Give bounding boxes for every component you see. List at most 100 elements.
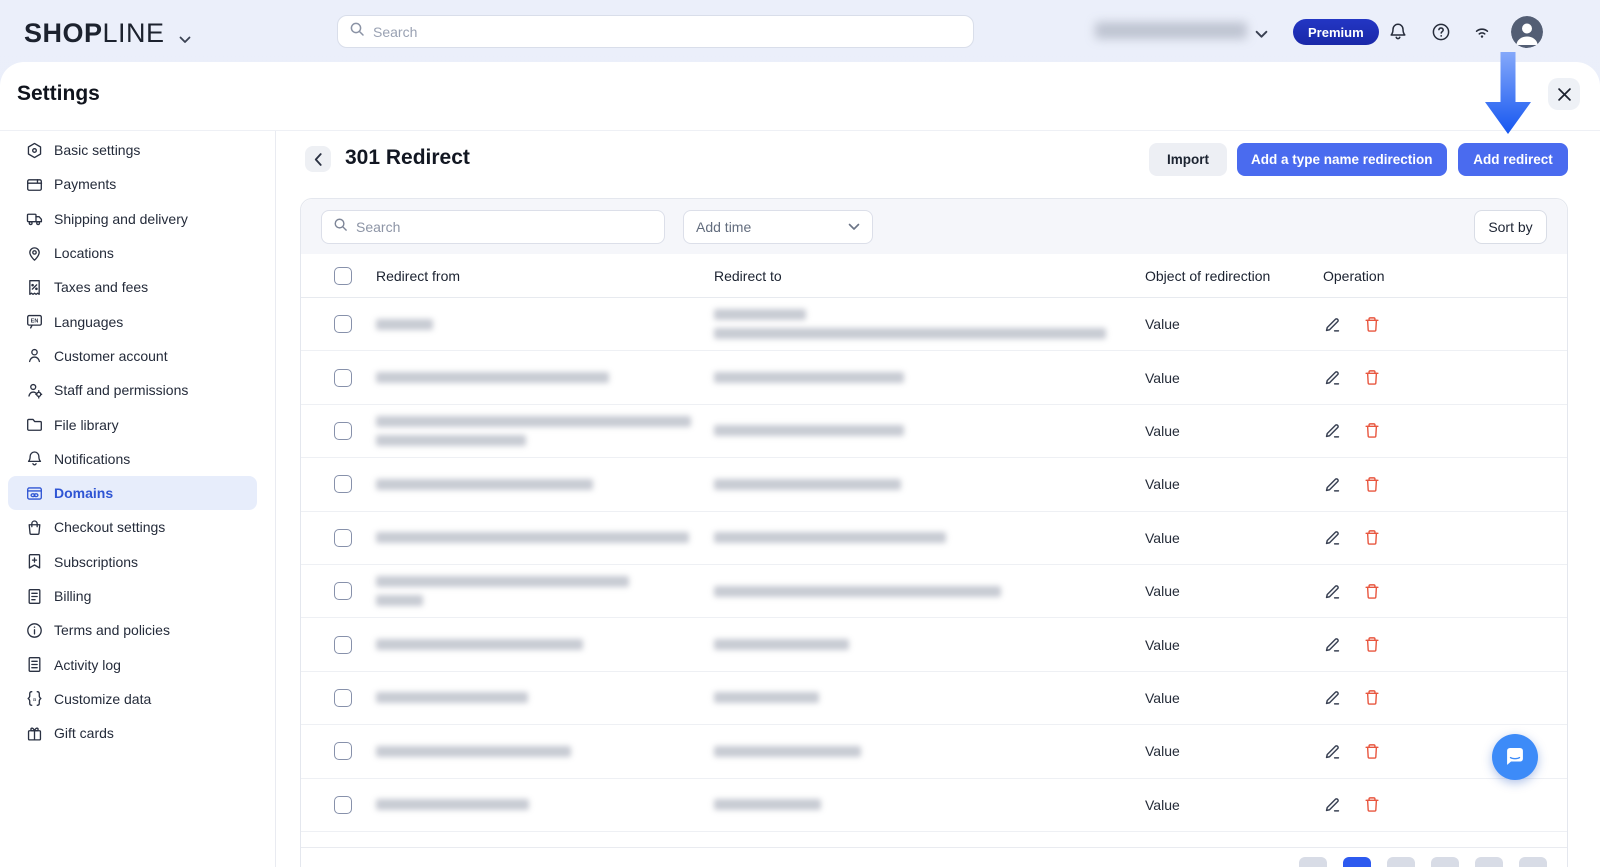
row-checkbox[interactable]: [334, 528, 352, 547]
sidebar-item-customize-data[interactable]: a Customize data: [8, 682, 257, 716]
edit-icon[interactable]: [1323, 315, 1342, 334]
sidebar-item-locations[interactable]: Locations: [8, 236, 257, 270]
wifi-icon[interactable]: [1472, 22, 1492, 42]
delete-trash-icon[interactable]: [1363, 475, 1382, 494]
redacted-text: [714, 799, 821, 811]
row-checkbox[interactable]: [334, 635, 352, 654]
page-button[interactable]: [1519, 857, 1547, 867]
edit-icon[interactable]: [1323, 528, 1342, 547]
table-row: Value: [301, 672, 1567, 726]
redacted-text: [376, 415, 691, 427]
sidebar-item-label: Gift cards: [54, 725, 114, 742]
add-redirect-button[interactable]: Add redirect: [1458, 143, 1568, 176]
edit-icon[interactable]: [1323, 795, 1342, 814]
add-type-name-redirection-button[interactable]: Add a type name redirection: [1237, 143, 1447, 176]
select-all-checkbox[interactable]: [334, 266, 352, 285]
billing-doc-icon: [26, 588, 43, 605]
gift-icon: [26, 725, 43, 742]
sidebar-item-languages[interactable]: EN Languages: [8, 304, 257, 338]
notifications-bell-icon[interactable]: [1388, 22, 1408, 42]
sidebar-item-label: Payments: [54, 176, 117, 193]
help-icon[interactable]: [1431, 22, 1451, 42]
table-toolbar: Add time Sort by: [301, 199, 1567, 254]
sidebar-item-gift-cards[interactable]: Gift cards: [8, 716, 257, 750]
store-name-redacted[interactable]: [1095, 22, 1247, 39]
row-checkbox[interactable]: [334, 475, 352, 494]
sidebar-item-domains[interactable]: Domains: [8, 475, 257, 511]
edit-icon[interactable]: [1323, 742, 1342, 761]
table-search: [321, 209, 665, 244]
sidebar-item-checkout-settings[interactable]: Checkout settings: [8, 510, 257, 544]
sidebar-item-terms-and-policies[interactable]: Terms and policies: [8, 613, 257, 647]
sidebar-item-payments[interactable]: Payments: [8, 167, 257, 201]
sidebar-item-notifications[interactable]: Notifications: [8, 442, 257, 476]
sidebar-item-subscriptions[interactable]: Subscriptions: [8, 545, 257, 579]
delete-trash-icon[interactable]: [1363, 528, 1382, 547]
sidebar-item-billing[interactable]: Billing: [8, 579, 257, 613]
table-row: Value: [301, 298, 1567, 352]
page-button[interactable]: [1387, 857, 1415, 867]
page-title: 301 Redirect: [345, 146, 470, 169]
edit-icon[interactable]: [1323, 368, 1342, 387]
sidebar-item-staff-and-permissions[interactable]: Staff and permissions: [8, 373, 257, 407]
avatar[interactable]: [1511, 16, 1543, 48]
settings-sidebar: Basic settings Payments Shipping and deliv…: [0, 131, 276, 867]
global-search-input[interactable]: [373, 23, 962, 40]
sidebar-item-shipping-and-delivery[interactable]: Shipping and delivery: [8, 202, 257, 236]
shopline-logo[interactable]: SHOP LINE: [24, 16, 191, 51]
redacted-text: [714, 425, 904, 437]
delete-trash-icon[interactable]: [1363, 742, 1382, 761]
row-checkbox[interactable]: [334, 688, 352, 707]
row-checkbox[interactable]: [334, 315, 352, 334]
sidebar-item-label: Customer account: [54, 347, 168, 364]
page-button[interactable]: [1431, 857, 1459, 867]
sidebar-item-file-library[interactable]: File library: [8, 407, 257, 441]
edit-icon[interactable]: [1323, 688, 1342, 707]
import-button[interactable]: Import: [1149, 143, 1227, 176]
sidebar-item-taxes-and-fees[interactable]: Taxes and fees: [8, 270, 257, 304]
store-chevron-down-icon[interactable]: [1255, 26, 1268, 44]
sidebar-item-activity-log[interactable]: Activity log: [8, 647, 257, 681]
sidebar-item-label: Locations: [54, 245, 114, 262]
row-checkbox[interactable]: [334, 795, 352, 814]
close-settings-button[interactable]: [1548, 78, 1580, 110]
edit-icon[interactable]: [1323, 475, 1342, 494]
redacted-text: [376, 576, 629, 588]
delete-trash-icon[interactable]: [1363, 688, 1382, 707]
page-button[interactable]: [1299, 857, 1327, 867]
row-checkbox[interactable]: [334, 742, 352, 761]
hexagon-settings-icon: [26, 142, 43, 159]
object-of-redirection-value: Value: [1145, 689, 1180, 706]
delete-trash-icon[interactable]: [1363, 635, 1382, 654]
row-checkbox[interactable]: [334, 421, 352, 440]
edit-icon[interactable]: [1323, 635, 1342, 654]
add-time-filter[interactable]: Add time: [683, 209, 873, 244]
page-button[interactable]: [1475, 857, 1503, 867]
edit-icon[interactable]: [1323, 582, 1342, 601]
braces-icon: a: [26, 690, 43, 707]
delete-trash-icon[interactable]: [1363, 795, 1382, 814]
redacted-text: [714, 328, 1106, 340]
delete-trash-icon[interactable]: [1363, 315, 1382, 334]
back-button[interactable]: [305, 146, 331, 172]
redacted-text: [376, 692, 528, 704]
wallet-icon: [26, 176, 43, 193]
row-checkbox[interactable]: [334, 368, 352, 387]
page-button[interactable]: [1343, 857, 1371, 867]
delete-trash-icon[interactable]: [1363, 368, 1382, 387]
delete-trash-icon[interactable]: [1363, 582, 1382, 601]
redacted-text: [714, 692, 819, 704]
premium-badge[interactable]: Premium: [1293, 19, 1379, 45]
sidebar-item-customer-account[interactable]: Customer account: [8, 339, 257, 373]
sidebar-item-basic-settings[interactable]: Basic settings: [8, 133, 257, 167]
sidebar-item-label: Activity log: [54, 656, 121, 673]
sort-by-button[interactable]: Sort by: [1474, 209, 1547, 244]
add-time-label: Add time: [696, 218, 752, 235]
table-search-input[interactable]: [356, 218, 653, 235]
row-checkbox[interactable]: [334, 582, 352, 601]
edit-icon[interactable]: [1323, 421, 1342, 440]
svg-text:a: a: [33, 697, 37, 703]
chat-widget-button[interactable]: [1492, 734, 1538, 780]
sidebar-item-label: Subscriptions: [54, 553, 139, 570]
delete-trash-icon[interactable]: [1363, 421, 1382, 440]
